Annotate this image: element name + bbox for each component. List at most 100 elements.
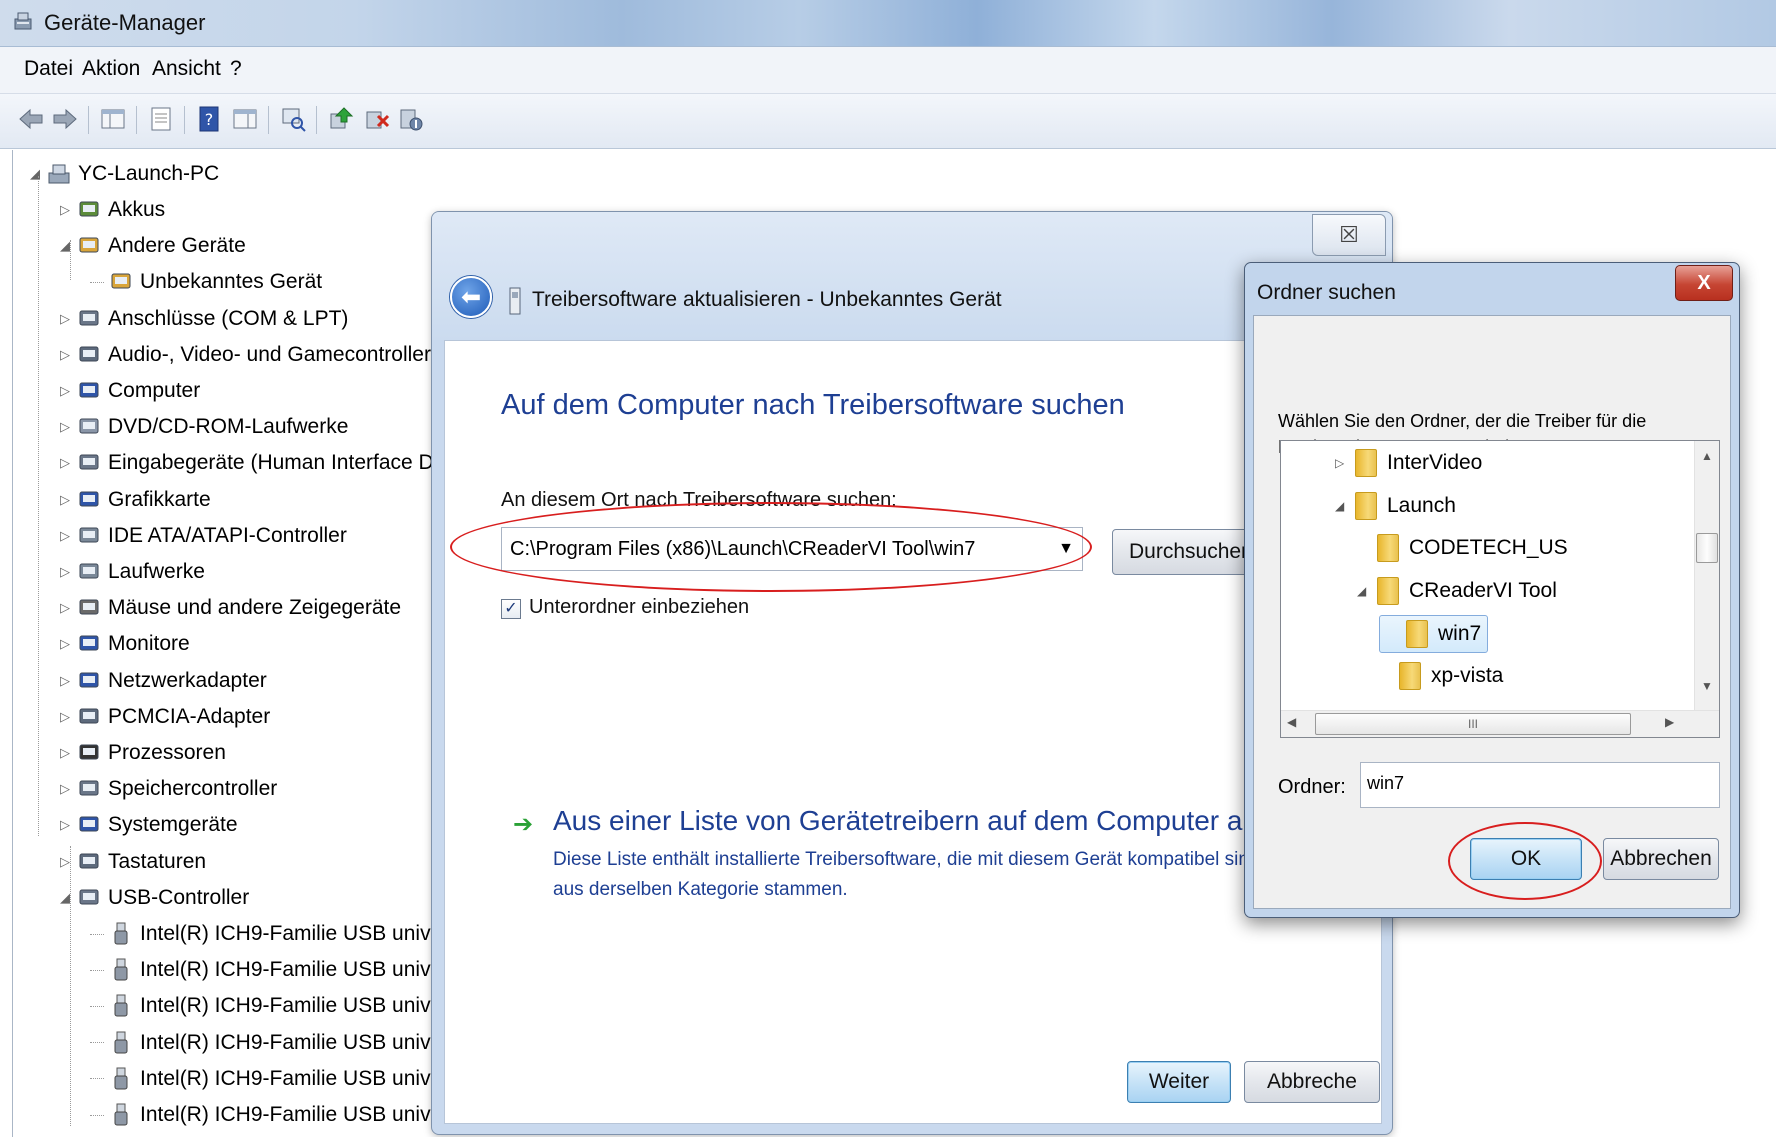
tree-category[interactable]: ▷ Tastaturen	[58, 845, 206, 879]
tree-category[interactable]: ▷ IDE ATA/ATAPI-Controller	[58, 519, 347, 553]
scroll-up-icon[interactable]: ▲	[1701, 449, 1713, 463]
tree-category[interactable]: ▷ Laufwerke	[58, 555, 205, 589]
uninstall-icon[interactable]	[362, 104, 392, 134]
tree-connector	[90, 933, 104, 935]
tree-root[interactable]: ◢ YC-Launch-PC	[28, 157, 219, 191]
show-hide-console-tree-icon[interactable]	[98, 104, 128, 134]
tree-category[interactable]: ▷ Computer	[58, 374, 200, 408]
pick-from-list-link[interactable]: Aus einer Liste von Gerätetreibern auf d…	[553, 805, 1361, 837]
category-icon	[79, 418, 99, 434]
tree-category[interactable]: ▷ DVD/CD-ROM-Laufwerke	[58, 410, 348, 444]
folder-item[interactable]: CODETECH_US	[1357, 530, 1568, 566]
expand-icon[interactable]: ▷	[58, 492, 72, 508]
tree-item-label: Akkus	[108, 198, 166, 221]
folder-cancel-button[interactable]: Abbrechen	[1603, 838, 1719, 880]
tree-category[interactable]: ▷ Eingabegeräte (Human Interface Devices	[58, 446, 493, 480]
vscroll-thumb[interactable]	[1696, 533, 1718, 563]
tree-category[interactable]: ▷ Anschlüsse (COM & LPT)	[58, 302, 348, 336]
expand-icon[interactable]: ▷	[58, 673, 72, 689]
tree-category[interactable]: ▷ Netzwerkadapter	[58, 664, 267, 698]
expand-icon[interactable]: ▷	[58, 781, 72, 797]
tree-category[interactable]: ▷ Grafikkarte	[58, 483, 211, 517]
tree-category[interactable]: ▷ Speichercontroller	[58, 772, 277, 806]
wizard-close-button[interactable]: ☒	[1312, 214, 1386, 256]
tree-category[interactable]: ▷ Mäuse und andere Zeigegeräte	[58, 591, 401, 625]
scan-hardware-icon[interactable]	[278, 104, 308, 134]
forward-icon[interactable]	[50, 104, 80, 134]
folder-input[interactable]: win7	[1360, 762, 1720, 808]
tree-item-label: Anschlüsse (COM & LPT)	[108, 306, 349, 330]
tree-category[interactable]: ▷ Systemgeräte	[58, 808, 238, 842]
expand-icon[interactable]: ▷	[58, 564, 72, 580]
include-subfolders-checkbox[interactable]: ✓	[501, 599, 521, 619]
expand-icon[interactable]: ▷	[58, 419, 72, 435]
menu-help[interactable]: ?	[230, 57, 242, 81]
folder-tree[interactable]: ▷ InterVideo ◢ Launch CODETECH_US ◢ CReaderVI …	[1280, 440, 1720, 738]
category-icon	[79, 563, 99, 579]
scroll-left-icon[interactable]: ◀	[1287, 715, 1296, 729]
folder-item[interactable]: ◢ Launch	[1335, 488, 1456, 524]
cancel-button[interactable]: Abbreche	[1244, 1061, 1380, 1103]
expand-icon[interactable]: ▷	[58, 636, 72, 652]
hscroll-thumb[interactable]: III	[1315, 713, 1631, 735]
expand-icon[interactable]: ▷	[58, 383, 72, 399]
tree-item-label: Computer	[108, 379, 201, 402]
folder-item[interactable]: xp-vista	[1379, 658, 1503, 694]
tree-category[interactable]: ▷ Monitore	[58, 627, 190, 661]
menu-datei[interactable]: Datei	[24, 57, 73, 81]
expand-icon[interactable]: ▷	[58, 455, 72, 471]
folder-expander-icon[interactable]: ◢	[1335, 499, 1355, 513]
wizard-body: Auf dem Computer nach Treibersoftware su…	[444, 340, 1382, 1124]
next-button[interactable]: Weiter	[1127, 1061, 1231, 1103]
properties-icon[interactable]	[146, 104, 176, 134]
toolbar: ?	[0, 94, 1776, 149]
action-pane-icon[interactable]	[230, 104, 260, 134]
tree-category[interactable]: ▷ PCMCIA-Adapter	[58, 700, 270, 734]
category-icon	[79, 201, 99, 217]
folder-expander-icon[interactable]: ◢	[1357, 584, 1377, 598]
category-icon	[79, 708, 99, 724]
tree-category[interactable]: ◢ Andere Geräte	[58, 229, 246, 263]
path-combobox[interactable]: C:\Program Files (x86)\Launch\CReaderVI …	[501, 527, 1083, 571]
tree-category[interactable]: ◢ USB-Controller	[58, 881, 249, 915]
device-manager-icon	[14, 12, 32, 30]
tree-category[interactable]: ▷ Akkus	[58, 193, 165, 227]
expand-icon[interactable]: ▷	[58, 347, 72, 363]
pick-from-list-desc-1: Diese Liste enthält installierte Treiber…	[553, 849, 1253, 870]
category-icon	[79, 672, 99, 688]
expand-icon[interactable]: ▷	[58, 600, 72, 616]
collapse-icon[interactable]: ◢	[28, 166, 42, 182]
folder-icon	[1377, 534, 1399, 562]
ok-button[interactable]: OK	[1470, 838, 1582, 880]
update-driver-icon[interactable]	[326, 104, 356, 134]
scroll-down-icon[interactable]: ▼	[1701, 679, 1713, 693]
folder-item-selected[interactable]: win7	[1379, 615, 1489, 653]
expand-icon[interactable]: ▷	[58, 528, 72, 544]
wizard-heading: Auf dem Computer nach Treibersoftware su…	[501, 389, 1125, 421]
folder-tree-vscrollbar[interactable]: ▲ ▼	[1694, 441, 1719, 711]
folder-icon	[1399, 661, 1421, 690]
menu-ansicht[interactable]: Ansicht	[152, 57, 221, 81]
tree-category[interactable]: ▷ Audio-, Video- und Gamecontroller	[58, 338, 431, 372]
expand-icon[interactable]: ▷	[58, 745, 72, 761]
menu-aktion[interactable]: Aktion	[82, 57, 140, 81]
folder-item[interactable]: ▷ InterVideo	[1335, 445, 1482, 481]
folder-icon	[1377, 576, 1399, 605]
tree-category[interactable]: ▷ Prozessoren	[58, 736, 226, 770]
folder-tree-hscrollbar[interactable]: ◀ III ▶	[1281, 710, 1719, 737]
expand-icon[interactable]: ▷	[58, 311, 72, 327]
folder-dialog-close-button[interactable]: X	[1675, 265, 1733, 301]
tree-item-label: Audio-, Video- und Gamecontroller	[108, 342, 431, 366]
folder-expander-icon[interactable]: ▷	[1335, 456, 1355, 470]
folder-item[interactable]: ◢ CReaderVI Tool	[1357, 573, 1557, 609]
dropdown-arrow-icon[interactable]: ▼	[1058, 540, 1074, 558]
expand-icon[interactable]: ▷	[58, 709, 72, 725]
expand-icon[interactable]: ▷	[58, 202, 72, 218]
back-icon[interactable]	[16, 104, 46, 134]
help-icon[interactable]: ?	[194, 104, 224, 134]
disable-device-icon[interactable]	[396, 104, 426, 134]
expand-icon[interactable]: ▷	[58, 817, 72, 833]
back-arrow-icon[interactable]: ⬅	[450, 276, 492, 318]
scroll-right-icon[interactable]: ▶	[1665, 715, 1674, 729]
tree-device[interactable]: Unbekanntes Gerät	[90, 265, 322, 299]
